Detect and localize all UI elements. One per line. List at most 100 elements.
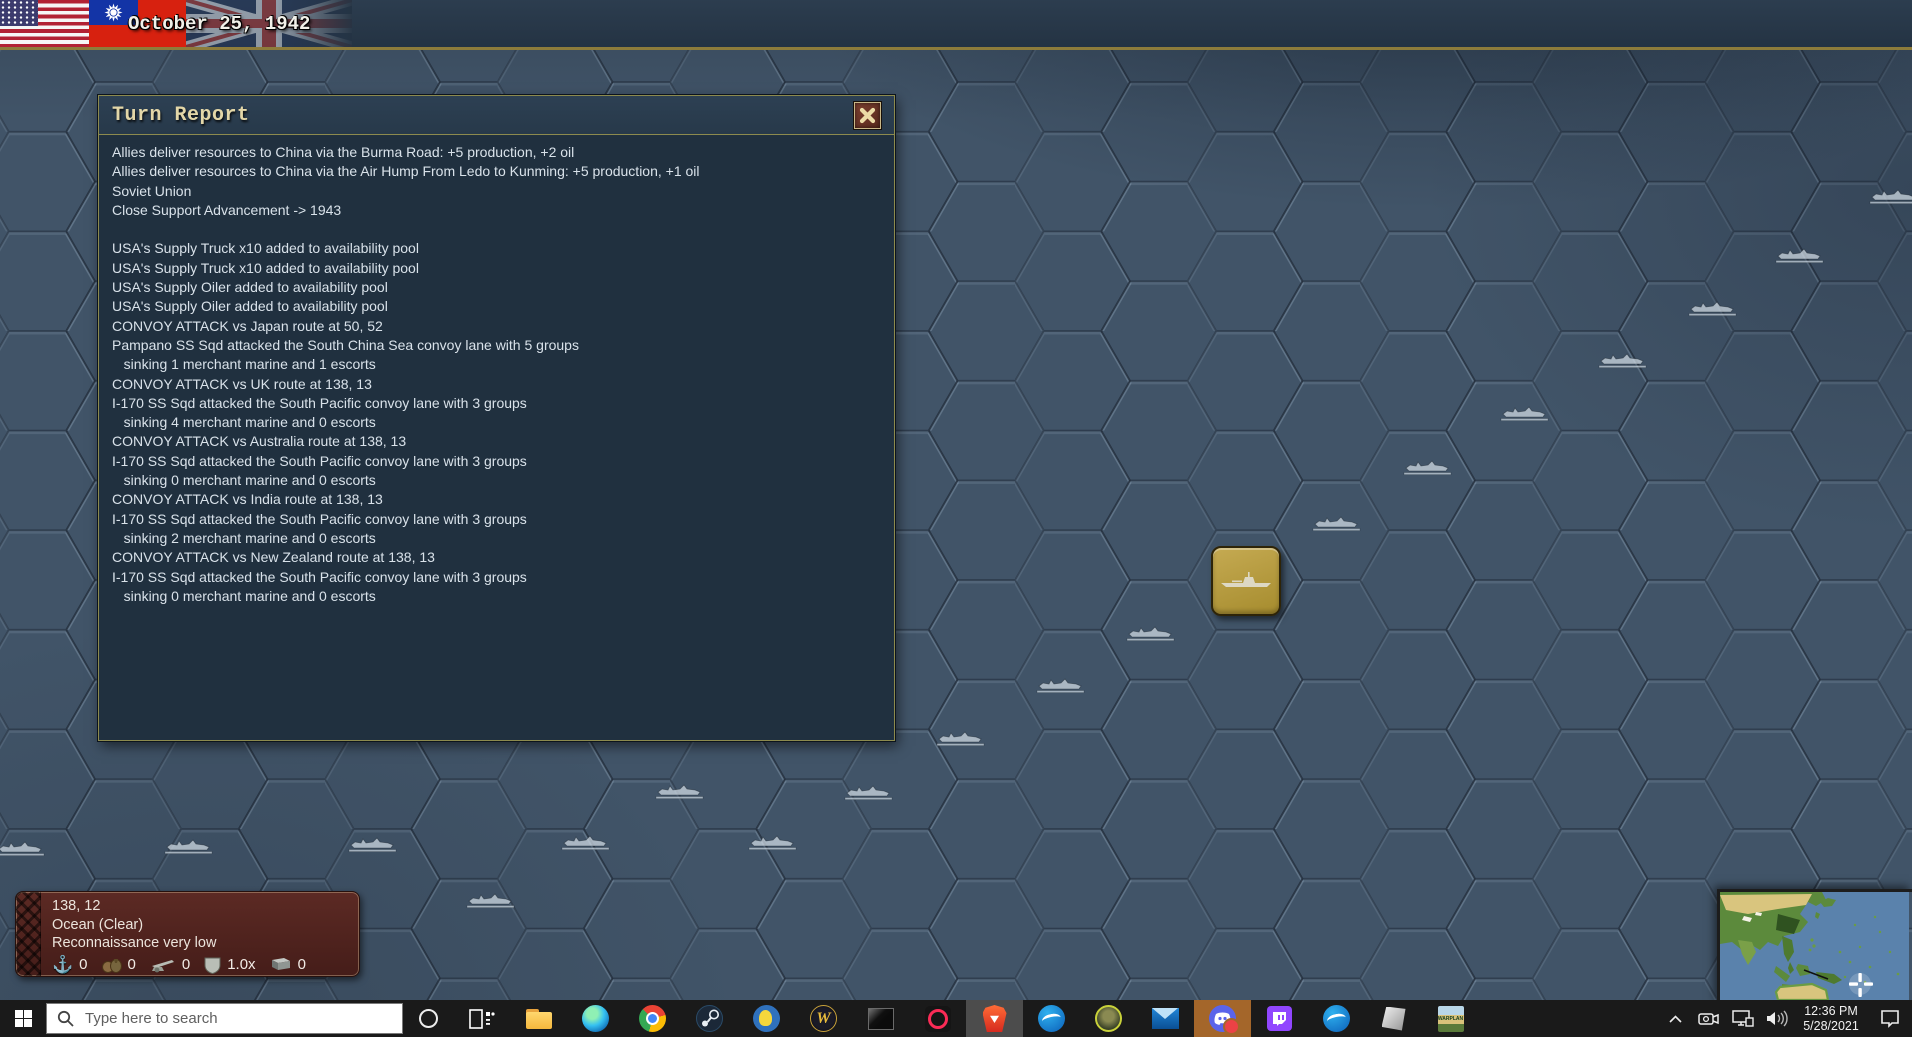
shield-icon bbox=[204, 957, 221, 974]
taskbar-app-warplan[interactable]: WARPLAN bbox=[1422, 1000, 1479, 1037]
taskbar-app-file-explorer[interactable] bbox=[510, 1000, 567, 1037]
wow-icon: W bbox=[810, 1005, 837, 1032]
panel-edge-decoration bbox=[16, 892, 41, 976]
taskbar-app-task-view[interactable] bbox=[453, 1000, 510, 1037]
stat-value: 0 bbox=[181, 955, 191, 973]
dialog-title: Turn Report bbox=[112, 103, 250, 127]
camera-tray-button[interactable] bbox=[1692, 1000, 1726, 1037]
anchor-icon: ⚓ bbox=[52, 955, 74, 975]
camera-icon bbox=[1698, 1012, 1719, 1025]
report-line bbox=[112, 220, 881, 239]
volume-tray-button[interactable] bbox=[1760, 1000, 1794, 1037]
report-line: sinking 2 merchant marine and 0 escorts bbox=[112, 529, 376, 546]
tile-coordinates: 138, 12 bbox=[52, 898, 101, 914]
taskbar-app-paint3d[interactable] bbox=[1365, 1000, 1422, 1037]
report-line: CONVOY ATTACK vs Australia route at 138,… bbox=[112, 433, 407, 450]
opera-gx-icon bbox=[924, 1005, 951, 1032]
supplies-icon bbox=[101, 959, 122, 974]
avatar-icon bbox=[1095, 1005, 1122, 1032]
artillery-icon bbox=[151, 959, 174, 973]
chevron-up-icon bbox=[1668, 1014, 1682, 1023]
search-input[interactable] bbox=[83, 1009, 377, 1028]
discord-icon bbox=[1209, 1005, 1240, 1035]
hidden-icons-button[interactable] bbox=[1658, 1000, 1692, 1037]
action-center-button[interactable] bbox=[1868, 1000, 1912, 1037]
stat-value: 0 bbox=[127, 955, 136, 973]
warplan-icon: WARPLAN bbox=[1437, 1005, 1464, 1032]
submarine-icon bbox=[1221, 572, 1271, 587]
minimap-image bbox=[1720, 892, 1909, 1002]
windows-taskbar: W bbox=[0, 1000, 1912, 1037]
action-center-icon bbox=[1881, 1009, 1899, 1028]
report-line: I-170 SS Sqd attacked the South Pacific … bbox=[112, 394, 527, 411]
twitch-icon bbox=[1267, 1006, 1292, 1031]
taskbar-app-brave[interactable] bbox=[966, 1000, 1023, 1037]
taskbar-app-edge[interactable] bbox=[567, 1000, 624, 1037]
twitch-glyph bbox=[1273, 1012, 1286, 1026]
report-line: CONVOY ATTACK vs Japan route at 50, 52 bbox=[112, 317, 383, 334]
taskbar-app-chrome[interactable] bbox=[624, 1000, 681, 1037]
steam-icon bbox=[696, 1005, 723, 1032]
stat-value: 1.0x bbox=[227, 955, 256, 973]
report-line: Soviet Union bbox=[112, 182, 192, 199]
report-line: sinking 1 merchant marine and 1 escorts bbox=[112, 356, 376, 373]
steel-stat: 0 bbox=[270, 956, 306, 975]
windows-logo-icon bbox=[14, 1010, 32, 1027]
report-line: I-170 SS Sqd attacked the South Pacific … bbox=[112, 510, 527, 527]
stat-value: 0 bbox=[297, 955, 306, 973]
taskbar-app-battlenet[interactable] bbox=[1023, 1000, 1080, 1037]
tile-terrain: Ocean (Clear) bbox=[52, 916, 144, 933]
artillery-stat: 0 bbox=[150, 956, 190, 975]
cortana-button[interactable] bbox=[403, 1000, 453, 1037]
battlenet-icon bbox=[1323, 1005, 1350, 1032]
taskbar-search bbox=[46, 1003, 403, 1034]
report-line: I-170 SS Sqd attacked the South Pacific … bbox=[112, 452, 527, 469]
usa-flag-icon bbox=[0, 0, 89, 47]
submarine-unit-counter[interactable] bbox=[1211, 546, 1281, 616]
taskbar-app-wow[interactable]: W bbox=[795, 1000, 852, 1037]
taskbar-app-steam[interactable] bbox=[681, 1000, 738, 1037]
notification-badge bbox=[1223, 1018, 1240, 1035]
taskbar-app-discord[interactable] bbox=[1194, 1000, 1251, 1037]
display-network-icon bbox=[1732, 1010, 1754, 1027]
tile-stats-row: ⚓ 0 0 0 1.0x 0 bbox=[52, 956, 320, 975]
defense-stat: 1.0x bbox=[204, 955, 256, 975]
report-line: USA's Supply Oiler added to availability… bbox=[112, 298, 388, 315]
chrome-icon bbox=[639, 1005, 666, 1032]
clock-time: 12:36 PM bbox=[1804, 1003, 1858, 1018]
fallout-icon bbox=[753, 1005, 780, 1032]
close-icon bbox=[859, 107, 876, 123]
edge-icon bbox=[582, 1005, 609, 1032]
close-button[interactable] bbox=[854, 101, 881, 129]
taskbar-app-mail[interactable] bbox=[1137, 1000, 1194, 1037]
supplies-stat: 0 bbox=[101, 955, 136, 975]
taskbar-app-twitch[interactable] bbox=[1251, 1000, 1308, 1037]
taskbar-app-opera-gx[interactable] bbox=[909, 1000, 966, 1037]
taskbar-app-battlenet-2[interactable] bbox=[1308, 1000, 1365, 1037]
report-line: Allies deliver resources to China via th… bbox=[112, 163, 700, 180]
mail-icon bbox=[1152, 1008, 1179, 1029]
turn-report-text: Allies deliver resources to China via th… bbox=[99, 135, 894, 614]
top-status-bar: October 25, 1942 bbox=[0, 0, 1912, 50]
start-button[interactable] bbox=[0, 1000, 46, 1037]
report-line: USA's Supply Truck x10 added to availabi… bbox=[112, 240, 419, 257]
report-line: sinking 0 merchant marine and 0 escorts bbox=[112, 587, 376, 604]
report-line: USA's Supply Truck x10 added to availabi… bbox=[112, 259, 419, 276]
terminal-icon bbox=[867, 1007, 894, 1030]
report-line: Allies deliver resources to China via th… bbox=[112, 144, 575, 160]
game-date: October 25, 1942 bbox=[128, 13, 311, 35]
network-tray-button[interactable] bbox=[1726, 1000, 1760, 1037]
stat-value: 0 bbox=[79, 955, 88, 973]
taskbar-clock[interactable]: 12:36 PM 5/28/2021 bbox=[1794, 1004, 1868, 1034]
taskbar-app-terminal[interactable] bbox=[852, 1000, 909, 1037]
paint3d-icon bbox=[1381, 1006, 1406, 1031]
report-line: USA's Supply Oiler added to availability… bbox=[112, 279, 388, 296]
turn-report-dialog: Turn Report Allies deliver resources to … bbox=[98, 95, 895, 741]
report-line: CONVOY ATTACK vs India route at 138, 13 bbox=[112, 491, 383, 508]
minimap[interactable] bbox=[1717, 889, 1912, 1003]
taskbar-app-game-avatar[interactable] bbox=[1080, 1000, 1137, 1037]
dialog-header: Turn Report bbox=[99, 96, 894, 135]
taskbar-app-fallout[interactable] bbox=[738, 1000, 795, 1037]
task-view-icon bbox=[468, 1008, 495, 1029]
report-line: CONVOY ATTACK vs UK route at 138, 13 bbox=[112, 375, 372, 392]
